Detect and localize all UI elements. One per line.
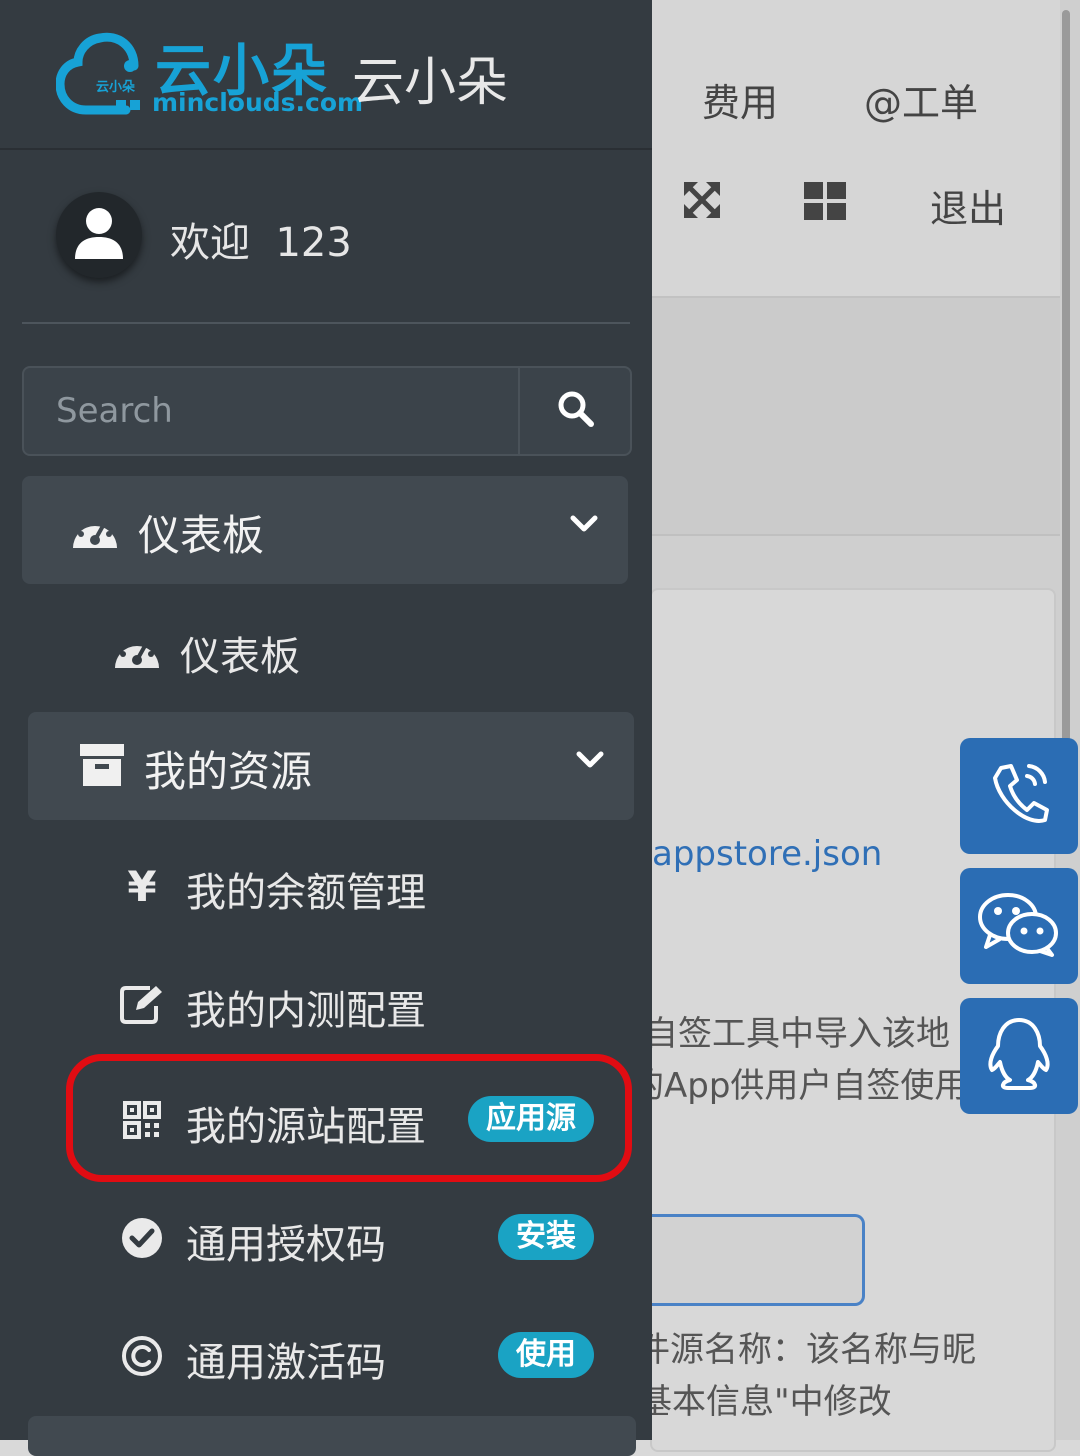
highlight-annotation [66, 1054, 632, 1182]
wechat-icon [976, 889, 1062, 963]
content-banner [650, 298, 1060, 536]
menu-item-beta-config[interactable]: 我的内测配置 [60, 952, 620, 1052]
menu-group-dashboard[interactable]: 仪表板 [22, 476, 628, 584]
app-title: 云小朵 [352, 53, 509, 113]
menu-group-label: 仪表板 [138, 511, 265, 560]
page-scrollbar[interactable] [1062, 10, 1070, 790]
wechat-contact-button[interactable] [960, 868, 1078, 984]
dashboard-gauge-icon [70, 510, 120, 554]
cloud-logo-icon[interactable] [55, 26, 152, 120]
chevron-down-icon [570, 514, 598, 538]
phone-icon [987, 760, 1051, 832]
sidebar-search [22, 366, 632, 456]
menu-item-activation-code[interactable]: 通用激活码 使用 [60, 1304, 620, 1404]
status-badge: 安装 [498, 1214, 594, 1260]
menu-group-resources[interactable]: 我的资源 [28, 712, 634, 820]
help-text-line: 的App供用户自签使用 [630, 1066, 969, 1106]
help-text-line: 件源名称：该名称与昵 [636, 1330, 976, 1370]
user-icon [71, 205, 127, 265]
logo-small-text: 云小朵 [96, 80, 136, 95]
phone-contact-button[interactable] [960, 738, 1078, 854]
menu-group-next[interactable] [28, 1416, 636, 1456]
menu-item-label: 通用激活码 [186, 1340, 386, 1386]
yen-icon: ¥ [127, 861, 157, 911]
sidebar-logo-area: 云小朵 云小朵 minclouds.com 云小朵 [0, 0, 652, 150]
menu-item-label: 我的余额管理 [186, 870, 426, 916]
avatar[interactable] [56, 192, 142, 278]
nav-fee-link[interactable]: 费用 [702, 72, 778, 127]
main-content-area: 费用 @工单 退出 appstore.json 自签工具中导入该地 的App供用… [630, 0, 1080, 1452]
top-navbar: 费用 @工单 退出 [650, 0, 1060, 298]
menu-item-label: 通用授权码 [186, 1222, 386, 1268]
status-badge: 使用 [498, 1332, 594, 1378]
divider [22, 322, 630, 324]
sidebar: 云小朵 云小朵 minclouds.com 云小朵 欢迎 123 Search … [0, 0, 652, 1456]
chevron-down-icon [576, 750, 604, 774]
archive-box-icon [80, 744, 124, 790]
logo-domain: minclouds.com [152, 88, 364, 117]
qq-penguin-icon [984, 1016, 1054, 1096]
source-name-input[interactable] [650, 1214, 865, 1306]
dashboard-gauge-icon [112, 628, 162, 672]
expand-arrows-icon[interactable] [682, 180, 722, 224]
search-button[interactable] [518, 368, 632, 454]
menu-item-dashboard[interactable]: 仪表板 [50, 598, 610, 698]
appstore-json-link[interactable]: appstore.json [652, 834, 882, 874]
user-name: 123 [275, 220, 352, 266]
menu-item-label: 我的内测配置 [186, 988, 426, 1034]
search-icon [557, 390, 595, 432]
help-text-line: 基本信息"中修改 [638, 1382, 892, 1422]
menu-group-label: 我的资源 [144, 747, 313, 796]
copyright-icon [120, 1334, 164, 1378]
user-welcome-text: 欢迎 123 [170, 210, 352, 268]
qq-contact-button[interactable] [960, 998, 1078, 1114]
menu-item-balance[interactable]: ¥ 我的余额管理 [60, 834, 620, 934]
welcome-label: 欢迎 [170, 220, 250, 266]
nav-ticket-link[interactable]: @工单 [864, 72, 978, 127]
search-input[interactable] [24, 368, 518, 454]
edit-icon [120, 982, 164, 1026]
logout-link[interactable]: 退出 [930, 178, 1006, 233]
menu-item-label: 仪表板 [180, 634, 300, 680]
help-text-line: 自签工具中导入该地 [644, 1014, 950, 1054]
check-circle-icon [120, 1216, 164, 1260]
grid-icon[interactable] [804, 182, 846, 224]
menu-item-auth-code[interactable]: 通用授权码 安装 [60, 1186, 620, 1286]
